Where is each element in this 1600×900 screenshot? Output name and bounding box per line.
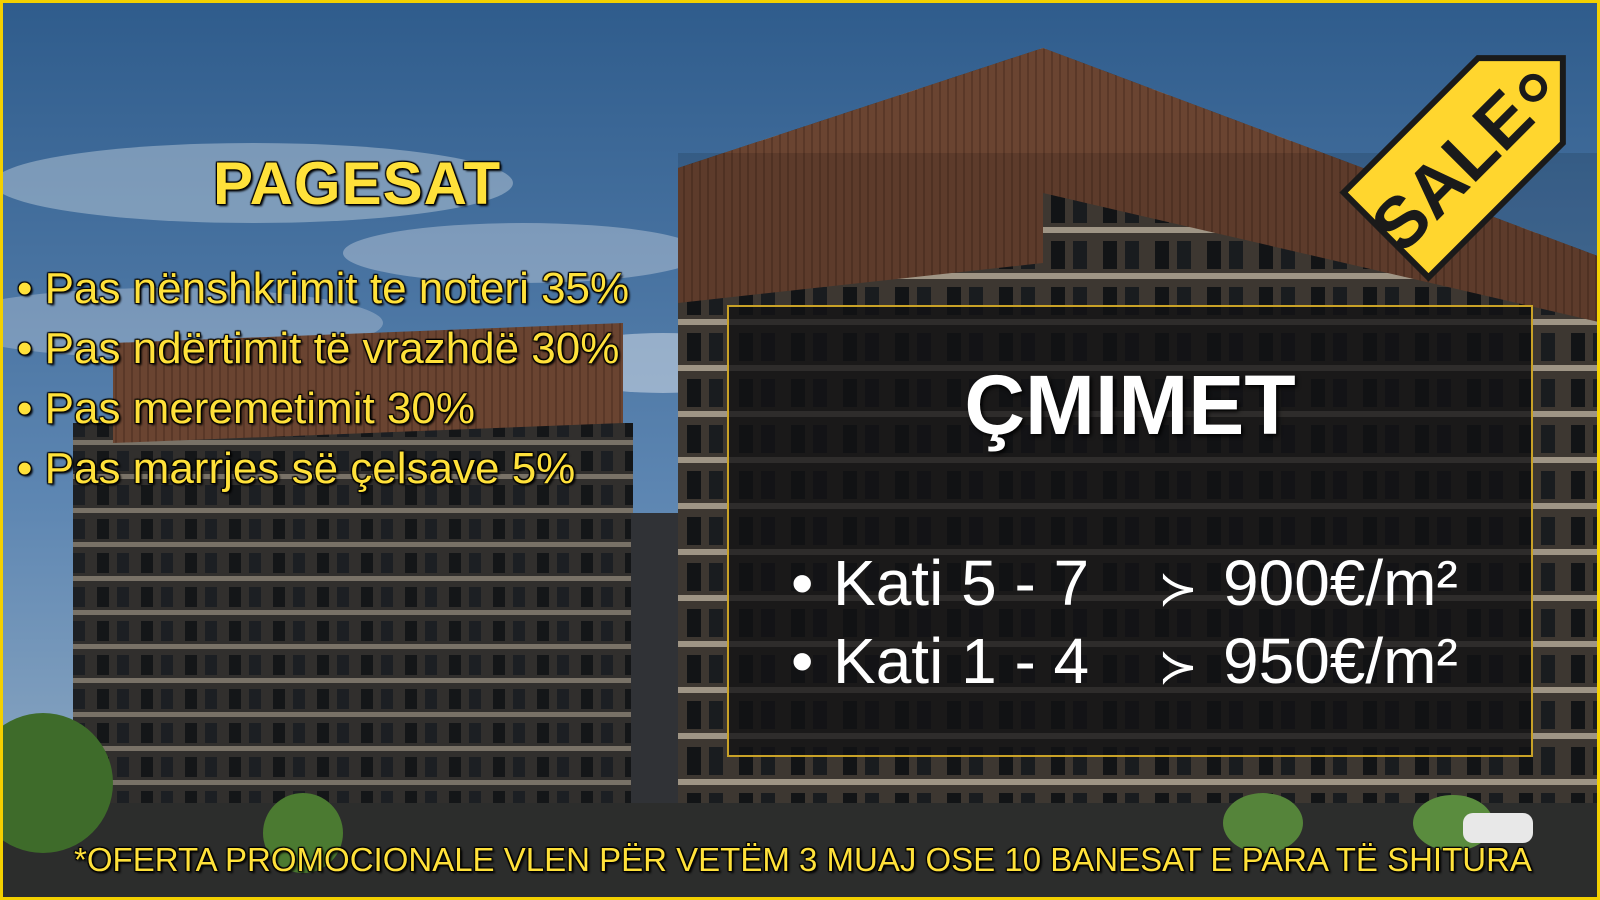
promo-banner: PAGESAT • Pas nënshkrimit te noteri 35% … [0, 0, 1600, 900]
payments-title: PAGESAT [213, 150, 502, 217]
sale-tag-icon: SALE [1339, 55, 1566, 282]
price-row: • Kati 5 - 7 ≻ 900€/m² [791, 543, 1458, 623]
payment-text: Pas ndërtimit të vrazhdë 30% [44, 324, 620, 373]
payments-list: • Pas nënshkrimit te noteri 35% • Pas nd… [17, 259, 629, 499]
bullet: • [17, 384, 33, 433]
price-value: 900€/m² [1223, 547, 1458, 619]
payment-text: Pas meremetimit 30% [44, 384, 475, 433]
promo-disclaimer: *OFERTA PROMOCIONALE VLEN PËR VETËM 3 MU… [74, 841, 1532, 878]
price-row: • Kati 1 - 4 ≻ 950€/m² [791, 621, 1458, 701]
payment-item: • Pas marrjes së çelsave 5% [17, 439, 629, 499]
bullet: • [17, 444, 33, 493]
bullet: • [17, 264, 33, 313]
floor-range: Kati 5 - 7 [833, 547, 1090, 619]
payment-text: Pas marrjes së çelsave 5% [44, 444, 576, 493]
arrow-icon: ≻ [1157, 641, 1199, 694]
price-value: 950€/m² [1223, 625, 1458, 697]
payment-item: • Pas meremetimit 30% [17, 379, 629, 439]
bullet: • [791, 547, 814, 619]
floor-range: Kati 1 - 4 [833, 625, 1090, 697]
arrow-icon: ≻ [1157, 563, 1199, 616]
bullet: • [791, 625, 814, 697]
payment-text: Pas nënshkrimit te noteri 35% [44, 264, 630, 313]
payment-item: • Pas nënshkrimit te noteri 35% [17, 259, 629, 319]
prices-panel: ÇMIMET • Kati 5 - 7 ≻ 900€/m² • Kati 1 - 4 ≻ 9… [727, 305, 1533, 757]
bullet: • [17, 324, 33, 373]
prices-title: ÇMIMET [964, 358, 1296, 452]
payment-item: • Pas ndërtimit të vrazhdë 30% [17, 319, 629, 379]
